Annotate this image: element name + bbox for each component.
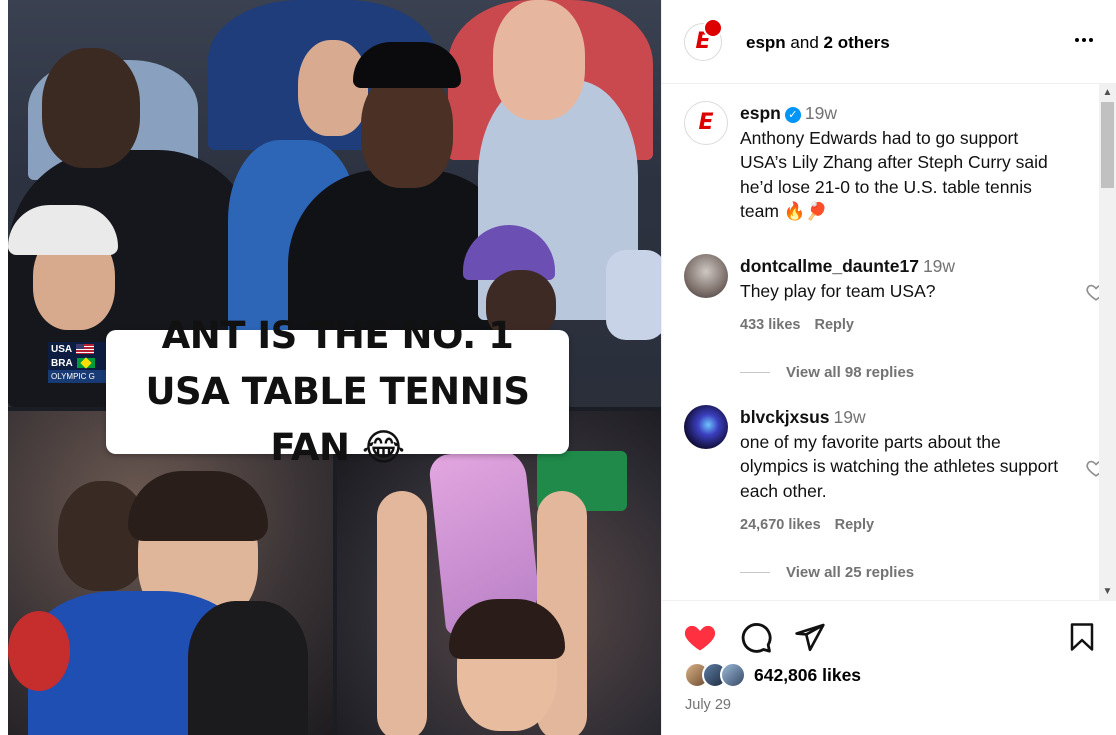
author-joiner: and	[790, 33, 819, 52]
image-caption-text: ANT IS THE NO. 1 USA TABLE TENNIS FAN 😂	[145, 314, 530, 469]
comment-text: They play for team USA?	[740, 280, 936, 301]
caption-time[interactable]: 19w	[805, 103, 837, 123]
view-replies-label[interactable]: View all 25 replies	[786, 564, 914, 581]
comment-likes[interactable]: 433 likes	[740, 317, 800, 333]
image-caption-banner: ANT IS THE NO. 1 USA TABLE TENNIS FAN 😂	[106, 314, 569, 469]
collaborators-link[interactable]: 2 others	[824, 33, 890, 52]
caption-avatar[interactable]: E	[684, 101, 728, 145]
team-usa-label: USA	[51, 343, 73, 355]
espn-logo-icon: E	[698, 110, 714, 135]
event-label: OLYMPIC G	[48, 370, 114, 383]
commenter-avatar[interactable]	[684, 254, 728, 298]
post-image-collage: USA BRA OLYMPIC G ANT IS THE NO. 1 USA T…	[8, 0, 661, 735]
save-button[interactable]	[1064, 619, 1100, 655]
team-bra-label: BRA	[51, 357, 73, 369]
scoreboard-overlay: USA BRA OLYMPIC G	[48, 342, 114, 383]
heart-filled-icon	[684, 625, 716, 651]
view-replies-label[interactable]: View all 98 replies	[786, 364, 914, 381]
likes-summary[interactable]: 642,806 likes	[684, 662, 861, 688]
like-button[interactable]	[682, 619, 718, 655]
reply-button[interactable]: Reply	[835, 517, 875, 533]
verified-badge-icon: ✓	[784, 107, 801, 123]
post-authors[interactable]: espn and 2 others	[746, 33, 890, 53]
comment-body: dontcallme_daunte17 19w They play for tea…	[740, 254, 1070, 338]
comment-body: blvckjxsus 19w one of my favorite parts a…	[740, 405, 1070, 538]
paper-plane-icon	[795, 623, 825, 652]
post-sidebar: E espn and 2 others E espn ✓ 19w Anthony E…	[661, 0, 1116, 735]
comment-username[interactable]: blvckjxsus	[740, 407, 830, 427]
comment-likes[interactable]: 24,670 likes	[740, 517, 821, 533]
usa-flag-icon	[76, 344, 95, 354]
commenter-avatar[interactable]	[684, 405, 728, 449]
comments-section[interactable]: E espn ✓ 19w Anthony Edwards had to go sup…	[662, 84, 1116, 600]
comment-time[interactable]: 19w	[923, 256, 955, 276]
scroll-down-arrow-icon[interactable]: ▼	[1099, 583, 1116, 600]
caption-username[interactable]: espn	[740, 103, 781, 123]
likes-count[interactable]: 642,806 likes	[754, 665, 861, 686]
comment-meta: 433 likes Reply	[740, 313, 1070, 338]
post-header: E espn and 2 others	[662, 0, 1116, 84]
comment-time[interactable]: 19w	[834, 407, 866, 427]
scrollbar-thumb[interactable]	[1101, 102, 1114, 188]
caption-body: espn ✓ 19w Anthony Edwards had to go suppo…	[740, 101, 1070, 224]
espn-logo-icon: E	[695, 29, 711, 54]
comment-text: one of my favorite parts about the olymp…	[740, 431, 1059, 501]
reply-button[interactable]: Reply	[814, 317, 854, 333]
comment-username[interactable]: dontcallme_daunte17	[740, 256, 919, 276]
caption-text: Anthony Edwards had to go support USA’s …	[740, 127, 1048, 222]
author-avatar[interactable]: E	[684, 18, 723, 61]
scroll-up-arrow-icon[interactable]: ▲	[1099, 84, 1116, 101]
comment-button[interactable]	[738, 619, 774, 655]
brazil-flag-icon	[76, 358, 95, 368]
view-replies-button[interactable]: View all 98 replies	[740, 364, 914, 381]
view-replies-button[interactable]: View all 25 replies	[740, 564, 914, 581]
author-username[interactable]: espn	[746, 33, 786, 52]
comment-bubble-icon	[741, 623, 772, 653]
share-button[interactable]	[792, 619, 828, 655]
comments-scrollbar[interactable]: ▲ ▼	[1099, 84, 1116, 600]
post-date[interactable]: July 29	[685, 697, 731, 713]
liker-avatar	[720, 662, 746, 688]
post-media[interactable]: USA BRA OLYMPIC G ANT IS THE NO. 1 USA T…	[0, 0, 661, 735]
comment-meta: 24,670 likes Reply	[740, 513, 1070, 538]
more-options-icon[interactable]	[1075, 38, 1093, 42]
bookmark-icon	[1070, 623, 1094, 651]
